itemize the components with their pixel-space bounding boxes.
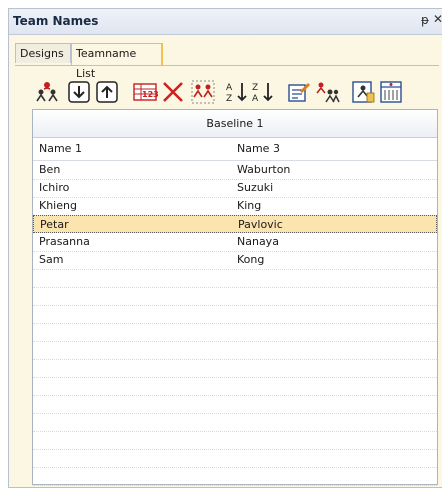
empty-row[interactable] [33, 413, 437, 432]
cell-name-3: Waburton [237, 163, 291, 176]
column-header-row: Name 1 Name 3 [33, 137, 437, 161]
cell-name-3: Kong [237, 253, 265, 266]
panel-title: Team Names [13, 14, 99, 28]
empty-row[interactable] [33, 359, 437, 378]
empty-row[interactable] [33, 287, 437, 306]
table-row[interactable]: Sam Kong [33, 251, 437, 270]
cell-name-1: Ben [39, 163, 61, 176]
move-down-icon[interactable] [66, 79, 92, 105]
svg-text:Z: Z [226, 94, 232, 104]
toolbar: 123 AZ ZA [32, 76, 438, 108]
column-header-name-1[interactable]: Name 1 [39, 142, 82, 155]
tab-divider [15, 65, 439, 66]
column-header-name-3[interactable]: Name 3 [237, 142, 280, 155]
edit-note-icon[interactable] [286, 79, 312, 105]
empty-row[interactable] [33, 431, 437, 450]
numbering-icon[interactable]: 123 [132, 79, 158, 105]
table-row[interactable]: Khieng King [33, 197, 437, 216]
cell-name-1: Petar [40, 218, 69, 231]
empty-row[interactable] [33, 395, 437, 414]
empty-row[interactable] [33, 305, 437, 324]
cell-name-3: Suzuki [237, 181, 274, 194]
empty-row[interactable] [33, 449, 437, 468]
add-team-icon[interactable] [34, 79, 60, 105]
select-team-icon[interactable] [190, 79, 216, 105]
team-names-panel: Team Names ᵽ ✕ Designs Teamname List 123… [8, 8, 442, 488]
pin-icon[interactable]: ᵽ [421, 13, 429, 27]
panel-titlebar: Team Names ᵽ ✕ [9, 9, 442, 35]
empty-row[interactable] [33, 323, 437, 342]
empty-row[interactable] [33, 269, 437, 288]
svg-text:A: A [226, 83, 233, 93]
export-icon[interactable] [378, 79, 404, 105]
cell-name-1: Sam [39, 253, 64, 266]
assign-team-icon[interactable] [314, 79, 340, 105]
cell-name-3: King [237, 199, 262, 212]
table-row[interactable]: Prasanna Nanaya [33, 233, 437, 252]
svg-text:A: A [252, 94, 259, 104]
svg-text:123: 123 [142, 90, 158, 99]
cell-name-1: Prasanna [39, 235, 90, 248]
close-icon[interactable]: ✕ [433, 12, 442, 26]
tab-teamname-list[interactable]: Teamname List [71, 43, 163, 80]
import-icon[interactable] [350, 79, 376, 105]
delete-icon[interactable] [160, 79, 186, 105]
table-row[interactable]: Petar Pavlovic [33, 215, 437, 233]
move-up-icon[interactable] [94, 79, 120, 105]
cell-name-1: Ichiro [39, 181, 70, 194]
empty-row[interactable] [33, 341, 437, 360]
tab-designs[interactable]: Designs [15, 43, 71, 63]
empty-row[interactable] [33, 377, 437, 396]
table-row[interactable]: Ichiro Suzuki [33, 179, 437, 198]
table-row[interactable]: Ben Waburton [33, 161, 437, 180]
cell-name-1: Khieng [39, 199, 77, 212]
teamname-grid: Baseline 1 Name 1 Name 3 Ben Waburton Ichi… [32, 109, 438, 486]
cell-name-3: Nanaya [237, 235, 279, 248]
sort-descending-icon[interactable]: ZA [250, 79, 276, 105]
sort-ascending-icon[interactable]: AZ [224, 79, 250, 105]
svg-text:Z: Z [252, 83, 258, 93]
empty-row[interactable] [33, 467, 437, 486]
cell-name-3: Pavlovic [238, 218, 283, 231]
group-header: Baseline 1 [33, 110, 437, 138]
